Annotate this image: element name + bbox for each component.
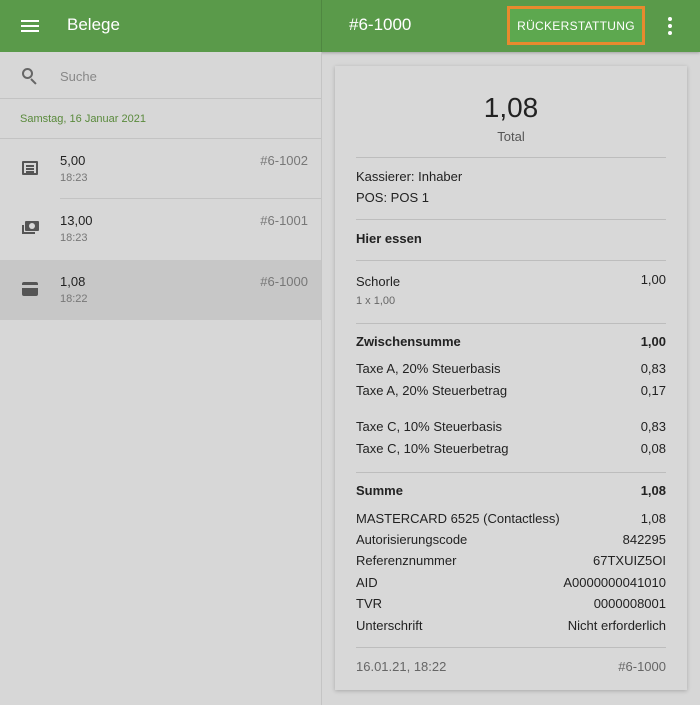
payment-value: Nicht erforderlich bbox=[567, 618, 666, 633]
page-title: Belege bbox=[67, 15, 120, 34]
subtotal-label: Zwischensumme bbox=[356, 334, 461, 349]
appbar-divider bbox=[321, 0, 322, 52]
receipt-amount: 5,00 bbox=[60, 153, 86, 168]
dining-option: Hier essen bbox=[356, 231, 666, 249]
receipt-id: #6-1000 bbox=[260, 274, 308, 289]
tax-value: 0,83 bbox=[640, 361, 666, 376]
payment-line: Referenznummer 67TXUIZ5OI bbox=[356, 553, 666, 571]
tax-line: Taxe A, 20% Steuerbetrag 0,17 bbox=[356, 383, 666, 401]
pos-line: POS: POS 1 bbox=[356, 190, 666, 208]
receipt-detail-card: 1,08 Total Kassierer: Inhaber POS: POS 1… bbox=[335, 66, 687, 690]
payment-label: Unterschrift bbox=[356, 618, 423, 633]
receipt-list-icon bbox=[22, 161, 38, 175]
receipt-amount: 1,08 bbox=[60, 274, 86, 289]
receipt-list-panel: Samstag, 16 Januar 2021 5,00 18:23 #6-10… bbox=[0, 52, 321, 705]
tax-value: 0,08 bbox=[640, 441, 666, 456]
payment-line: MASTERCARD 6525 (Contactless) 1,08 bbox=[356, 511, 666, 529]
tax-line: Taxe C, 10% Steuerbasis 0,83 bbox=[356, 419, 666, 437]
payment-label: AID bbox=[356, 575, 378, 590]
tax-label: Taxe A, 20% Steuerbetrag bbox=[356, 383, 508, 398]
search-bar bbox=[0, 52, 321, 99]
tax-line: Taxe C, 10% Steuerbetrag 0,08 bbox=[356, 441, 666, 459]
divider bbox=[356, 472, 666, 473]
payment-label: Autorisierungscode bbox=[356, 532, 468, 547]
tax-line: Taxe A, 20% Steuerbasis 0,83 bbox=[356, 361, 666, 379]
tax-label: Taxe C, 10% Steuerbasis bbox=[356, 419, 502, 434]
app-bar: Belege #6-1000 RÜCKERSTATTUNG bbox=[0, 0, 700, 52]
divider bbox=[356, 260, 666, 261]
payment-value: A0000000041010 bbox=[563, 575, 666, 590]
cashier-text: Kassierer: Inhaber bbox=[356, 169, 463, 184]
receipt-list-item-selected[interactable]: 1,08 18:22 #6-1000 bbox=[0, 260, 321, 320]
payment-value: 1,08 bbox=[640, 511, 666, 526]
receipt-number-title: #6-1000 bbox=[349, 15, 412, 34]
refund-button[interactable]: RÜCKERSTATTUNG bbox=[507, 6, 645, 45]
receipt-footer-id: #6-1000 bbox=[618, 659, 666, 674]
subtotal-value: 1,00 bbox=[640, 334, 666, 349]
divider bbox=[356, 647, 666, 648]
receipt-total-label: Total bbox=[497, 129, 525, 144]
payment-line: AID A0000000041010 bbox=[356, 575, 666, 593]
divider bbox=[356, 219, 666, 220]
date-group-header: Samstag, 16 Januar 2021 bbox=[20, 113, 146, 125]
payment-line: TVR 0000008001 bbox=[356, 596, 666, 614]
search-input[interactable] bbox=[60, 66, 300, 86]
sum-line: Summe 1,08 bbox=[356, 483, 666, 501]
tax-value: 0,17 bbox=[640, 383, 666, 398]
receipt-id: #6-1001 bbox=[260, 213, 308, 228]
payment-value: 0000008001 bbox=[593, 596, 666, 611]
tax-label: Taxe A, 20% Steuerbasis bbox=[356, 361, 501, 376]
sum-value: 1,08 bbox=[640, 483, 666, 498]
payment-label: TVR bbox=[356, 596, 382, 611]
receipt-footer: 16.01.21, 18:22 #6-1000 bbox=[356, 659, 666, 677]
dining-option-text: Hier essen bbox=[356, 231, 422, 246]
line-item-price: 1,00 bbox=[640, 272, 666, 287]
receipt-list-item[interactable]: 13,00 18:23 #6-1001 bbox=[0, 199, 321, 259]
pos-text: POS: POS 1 bbox=[356, 190, 429, 205]
receipt-total-amount: 1,08 bbox=[483, 92, 539, 123]
credit-card-icon bbox=[22, 282, 38, 296]
line-item: Schorle 1,00 bbox=[356, 272, 666, 292]
line-item-name: Schorle bbox=[356, 274, 401, 289]
panel-divider bbox=[321, 52, 322, 705]
cash-icon bbox=[22, 221, 39, 235]
tax-value: 0,83 bbox=[640, 419, 666, 434]
cashier-line: Kassierer: Inhaber bbox=[356, 169, 666, 187]
tax-label: Taxe C, 10% Steuerbetrag bbox=[356, 441, 509, 456]
payment-label: MASTERCARD 6525 (Contactless) bbox=[356, 511, 560, 526]
receipt-time: 18:23 bbox=[60, 232, 88, 244]
payment-value: 67TXUIZ5OI bbox=[593, 553, 666, 568]
receipt-time: 18:23 bbox=[60, 172, 88, 184]
payment-line: Unterschrift Nicht erforderlich bbox=[356, 618, 666, 636]
payment-label: Referenznummer bbox=[356, 553, 457, 568]
receipt-list-item[interactable]: 5,00 18:23 #6-1002 bbox=[0, 139, 321, 199]
divider bbox=[356, 323, 666, 324]
subtotal-line: Zwischensumme 1,00 bbox=[356, 334, 666, 352]
receipt-id: #6-1002 bbox=[260, 153, 308, 168]
line-item-detail: 1 x 1,00 bbox=[356, 295, 396, 307]
payment-value: 842295 bbox=[622, 532, 666, 547]
payment-line: Autorisierungscode 842295 bbox=[356, 532, 666, 550]
receipt-datetime: 16.01.21, 18:22 bbox=[356, 659, 447, 674]
sum-label: Summe bbox=[356, 483, 403, 498]
receipt-time: 18:22 bbox=[60, 293, 88, 305]
search-icon bbox=[22, 68, 38, 85]
more-options-icon[interactable] bbox=[660, 14, 680, 38]
receipt-amount: 13,00 bbox=[60, 213, 93, 228]
menu-icon[interactable] bbox=[18, 14, 42, 38]
divider bbox=[356, 157, 666, 158]
